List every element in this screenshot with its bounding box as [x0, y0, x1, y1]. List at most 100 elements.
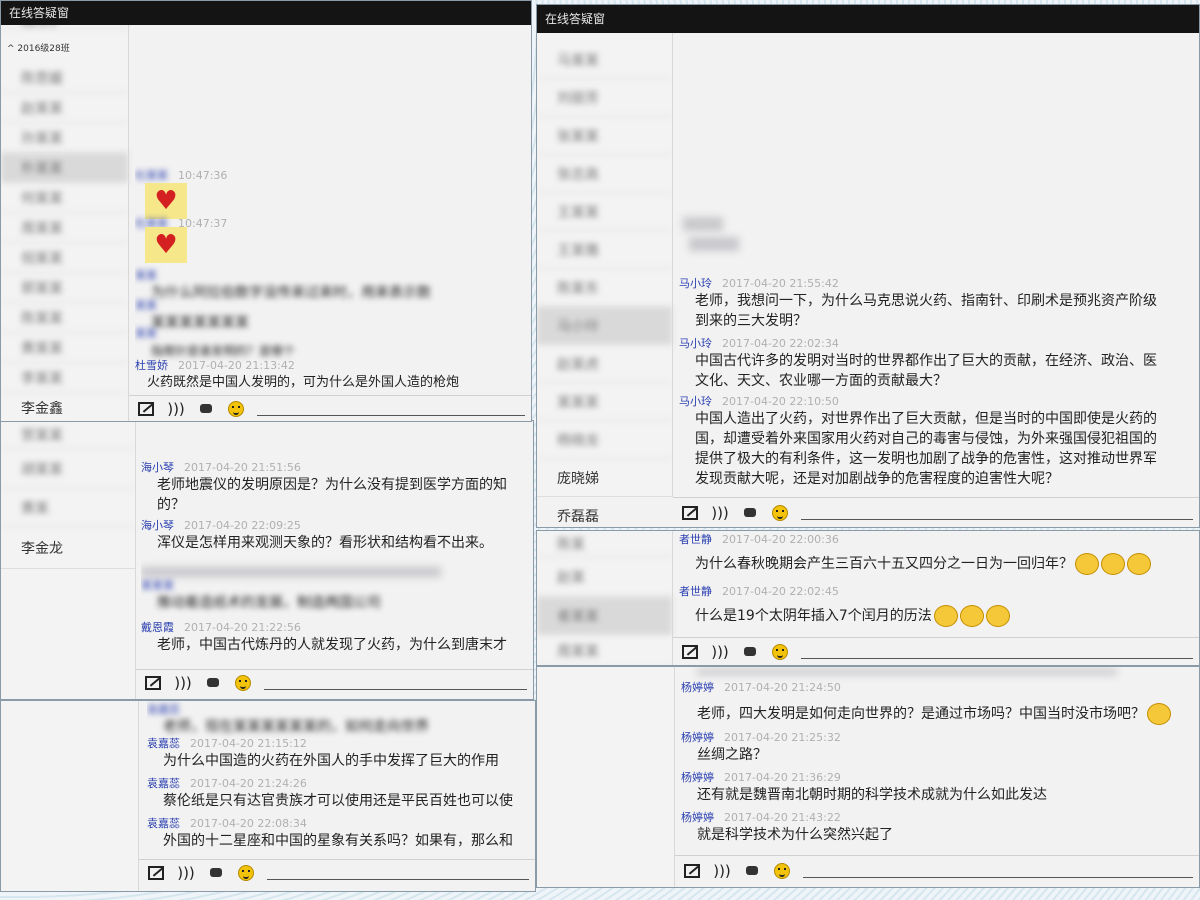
input-toolbar: )))	[129, 395, 531, 421]
contact-list: 陈某 赵某 者某某 周某某	[537, 531, 673, 665]
contact-item[interactable]: 马某某	[537, 41, 672, 79]
contact-item[interactable]: 陈某某	[1, 303, 128, 333]
contact-item[interactable]: 庞晓娣	[537, 459, 672, 497]
message-input[interactable]	[803, 877, 1193, 878]
record-icon[interactable]	[204, 674, 222, 692]
message-text: 到来的三大发明？	[695, 313, 807, 329]
record-icon[interactable]	[743, 862, 761, 880]
contact-item[interactable]: 张某某	[537, 117, 672, 155]
group-header[interactable]: ^ 2016级28班	[1, 41, 70, 54]
contact-item[interactable]: 周某某	[1, 213, 128, 243]
message-text: 丝绸之路？	[697, 747, 767, 763]
chat-message: 杨婷婷 2017-04-20 21:43:22 就是科学技术为什么突然兴起了	[681, 809, 1199, 845]
message-time: 2017-04-20 22:08:34	[190, 817, 307, 830]
voice-icon[interactable]: )))	[711, 643, 729, 661]
message-text: 老师，四大发明是如何走向世界的？是通过市场吗？中国当时没市场吧？	[681, 695, 1199, 725]
message-text: 外国的十二星座和中国的星象有关系吗？如果有，那么和	[163, 833, 513, 849]
message-text: 老师，现在某某某某某某的，如何走向世界	[163, 719, 429, 735]
edit-icon[interactable]	[144, 674, 162, 692]
chat-message: 杜雪娇 2017-04-20 21:13:42 火药既然是中国人发明的，可为什么是…	[135, 357, 531, 391]
contact-name: 马某某	[557, 52, 599, 69]
contact-item[interactable]: 乔磊磊	[537, 497, 672, 527]
emoji-icon	[1147, 703, 1171, 725]
contact-item[interactable]: 黄某	[1, 489, 135, 527]
message-area: 者世静 2017-04-20 22:00:36 为什么春秋晚期会产生三百六十五又四…	[679, 531, 1199, 635]
contact-item[interactable]: 胡某某	[1, 449, 135, 489]
contact-item[interactable]: 周某某	[537, 635, 672, 665]
message-time: 2017-04-20 21:24:26	[190, 777, 307, 790]
contact-item[interactable]: 王某某	[537, 193, 672, 231]
contact-item[interactable]: 李金鑫	[1, 393, 128, 421]
message-time: 2017-04-20 21:36:29	[724, 771, 841, 784]
contact-item[interactable]: 李金龙	[1, 527, 135, 569]
voice-icon[interactable]: )))	[167, 400, 185, 418]
chat-message: 杨婷婷 2017-04-20 21:24:50 老师，四大发明是如何走向世界的？是…	[681, 679, 1199, 725]
contact-item[interactable]: 朴某某	[1, 153, 128, 183]
contact-item[interactable]: 倪某某	[1, 243, 128, 273]
contact-item[interactable]: 刘丽芳	[537, 79, 672, 117]
edit-icon[interactable]	[683, 862, 701, 880]
contact-item[interactable]: 孙某某	[1, 123, 128, 153]
message-text: 老师，中国古代炼丹的人就发现了火药，为什么到唐末才	[157, 637, 507, 653]
contact-item[interactable]: 杨晓龙	[537, 421, 672, 459]
contact-name: 李某某	[21, 370, 63, 387]
message-input[interactable]	[801, 658, 1193, 659]
record-icon[interactable]	[741, 643, 759, 661]
record-icon[interactable]	[197, 400, 215, 418]
record-icon[interactable]	[741, 504, 759, 522]
voice-icon[interactable]: )))	[177, 864, 195, 882]
message-input[interactable]	[267, 879, 529, 880]
contact-item[interactable]: 赵某	[537, 557, 672, 597]
contact-name: 赵某	[557, 569, 585, 586]
contact-name: 张志高	[557, 166, 599, 183]
message-area: 袁嘉蕊 老师，现在某某某某某某的，如何走向世界 袁嘉蕊 2017-04-20 21…	[147, 701, 535, 857]
contact-item[interactable]: 马小玲	[537, 307, 672, 345]
contact-name: 黄某某	[21, 340, 63, 357]
message-input[interactable]	[264, 689, 527, 690]
contact-item[interactable]: 贺某某	[1, 421, 135, 449]
edit-icon[interactable]	[681, 504, 699, 522]
record-icon[interactable]	[207, 864, 225, 882]
contact-item[interactable]: 何某某	[1, 183, 128, 213]
chat-message: 者世静 2017-04-20 22:00:36 为什么春秋晚期会产生三百六十五又四…	[679, 531, 1199, 575]
contact-item[interactable]: 张志高	[537, 155, 672, 193]
sender-name: 某某某	[141, 579, 174, 592]
sender-name: 袁嘉蕊	[147, 703, 180, 716]
contact-item[interactable]: 郭某某	[1, 273, 128, 303]
smiley-icon[interactable]	[773, 862, 791, 880]
contact-item[interactable]: 某某某	[537, 383, 672, 421]
message-input[interactable]	[801, 519, 1193, 520]
contact-item[interactable]: 者某某	[537, 597, 672, 635]
edit-icon[interactable]	[147, 864, 165, 882]
contact-item[interactable]: 赵某虎	[537, 345, 672, 383]
message-time: 2017-04-20 21:55:42	[722, 277, 839, 290]
contact-name: 杨晓龙	[557, 432, 599, 449]
message-time: 10:47:36	[178, 169, 228, 182]
voice-icon[interactable]: )))	[174, 674, 192, 692]
message-text: 中国人造出了火药，对世界作出了巨大贡献，但是当时的中国即使是火药的	[695, 411, 1157, 427]
smiley-icon[interactable]	[234, 674, 252, 692]
voice-icon[interactable]: )))	[711, 504, 729, 522]
chat-window-5: 陈某 赵某 者某某 周某某 者世静 2017-04-20 22:00:36 为什么…	[536, 530, 1200, 666]
contact-item[interactable]: 王某雅	[537, 231, 672, 269]
smiley-icon[interactable]	[237, 864, 255, 882]
contact-name: 赵某某	[21, 100, 63, 117]
message-input[interactable]	[257, 415, 525, 416]
contact-item[interactable]: 赵某某	[1, 93, 128, 123]
smiley-icon[interactable]	[771, 504, 789, 522]
contact-item[interactable]: 陈某东	[537, 269, 672, 307]
contact-item[interactable]: 陈思媛	[1, 63, 128, 93]
contact-name: 马小玲	[557, 318, 599, 335]
message-text: 什么是19个太阴年插入7个闰月的历法	[679, 599, 1199, 627]
contact-item[interactable]: 黄某某	[1, 333, 128, 363]
sender-name: 者世静	[679, 533, 712, 546]
contact-item[interactable]: 陈某	[537, 531, 672, 557]
edit-icon[interactable]	[681, 643, 699, 661]
contact-item[interactable]: 李某某	[1, 363, 128, 393]
smiley-icon[interactable]	[771, 643, 789, 661]
contact-list: 贺某某 胡某某 黄某 李金龙	[1, 421, 136, 699]
smiley-icon[interactable]	[227, 400, 245, 418]
input-toolbar: )))	[675, 855, 1199, 885]
edit-icon[interactable]	[137, 400, 155, 418]
voice-icon[interactable]: )))	[713, 862, 731, 880]
